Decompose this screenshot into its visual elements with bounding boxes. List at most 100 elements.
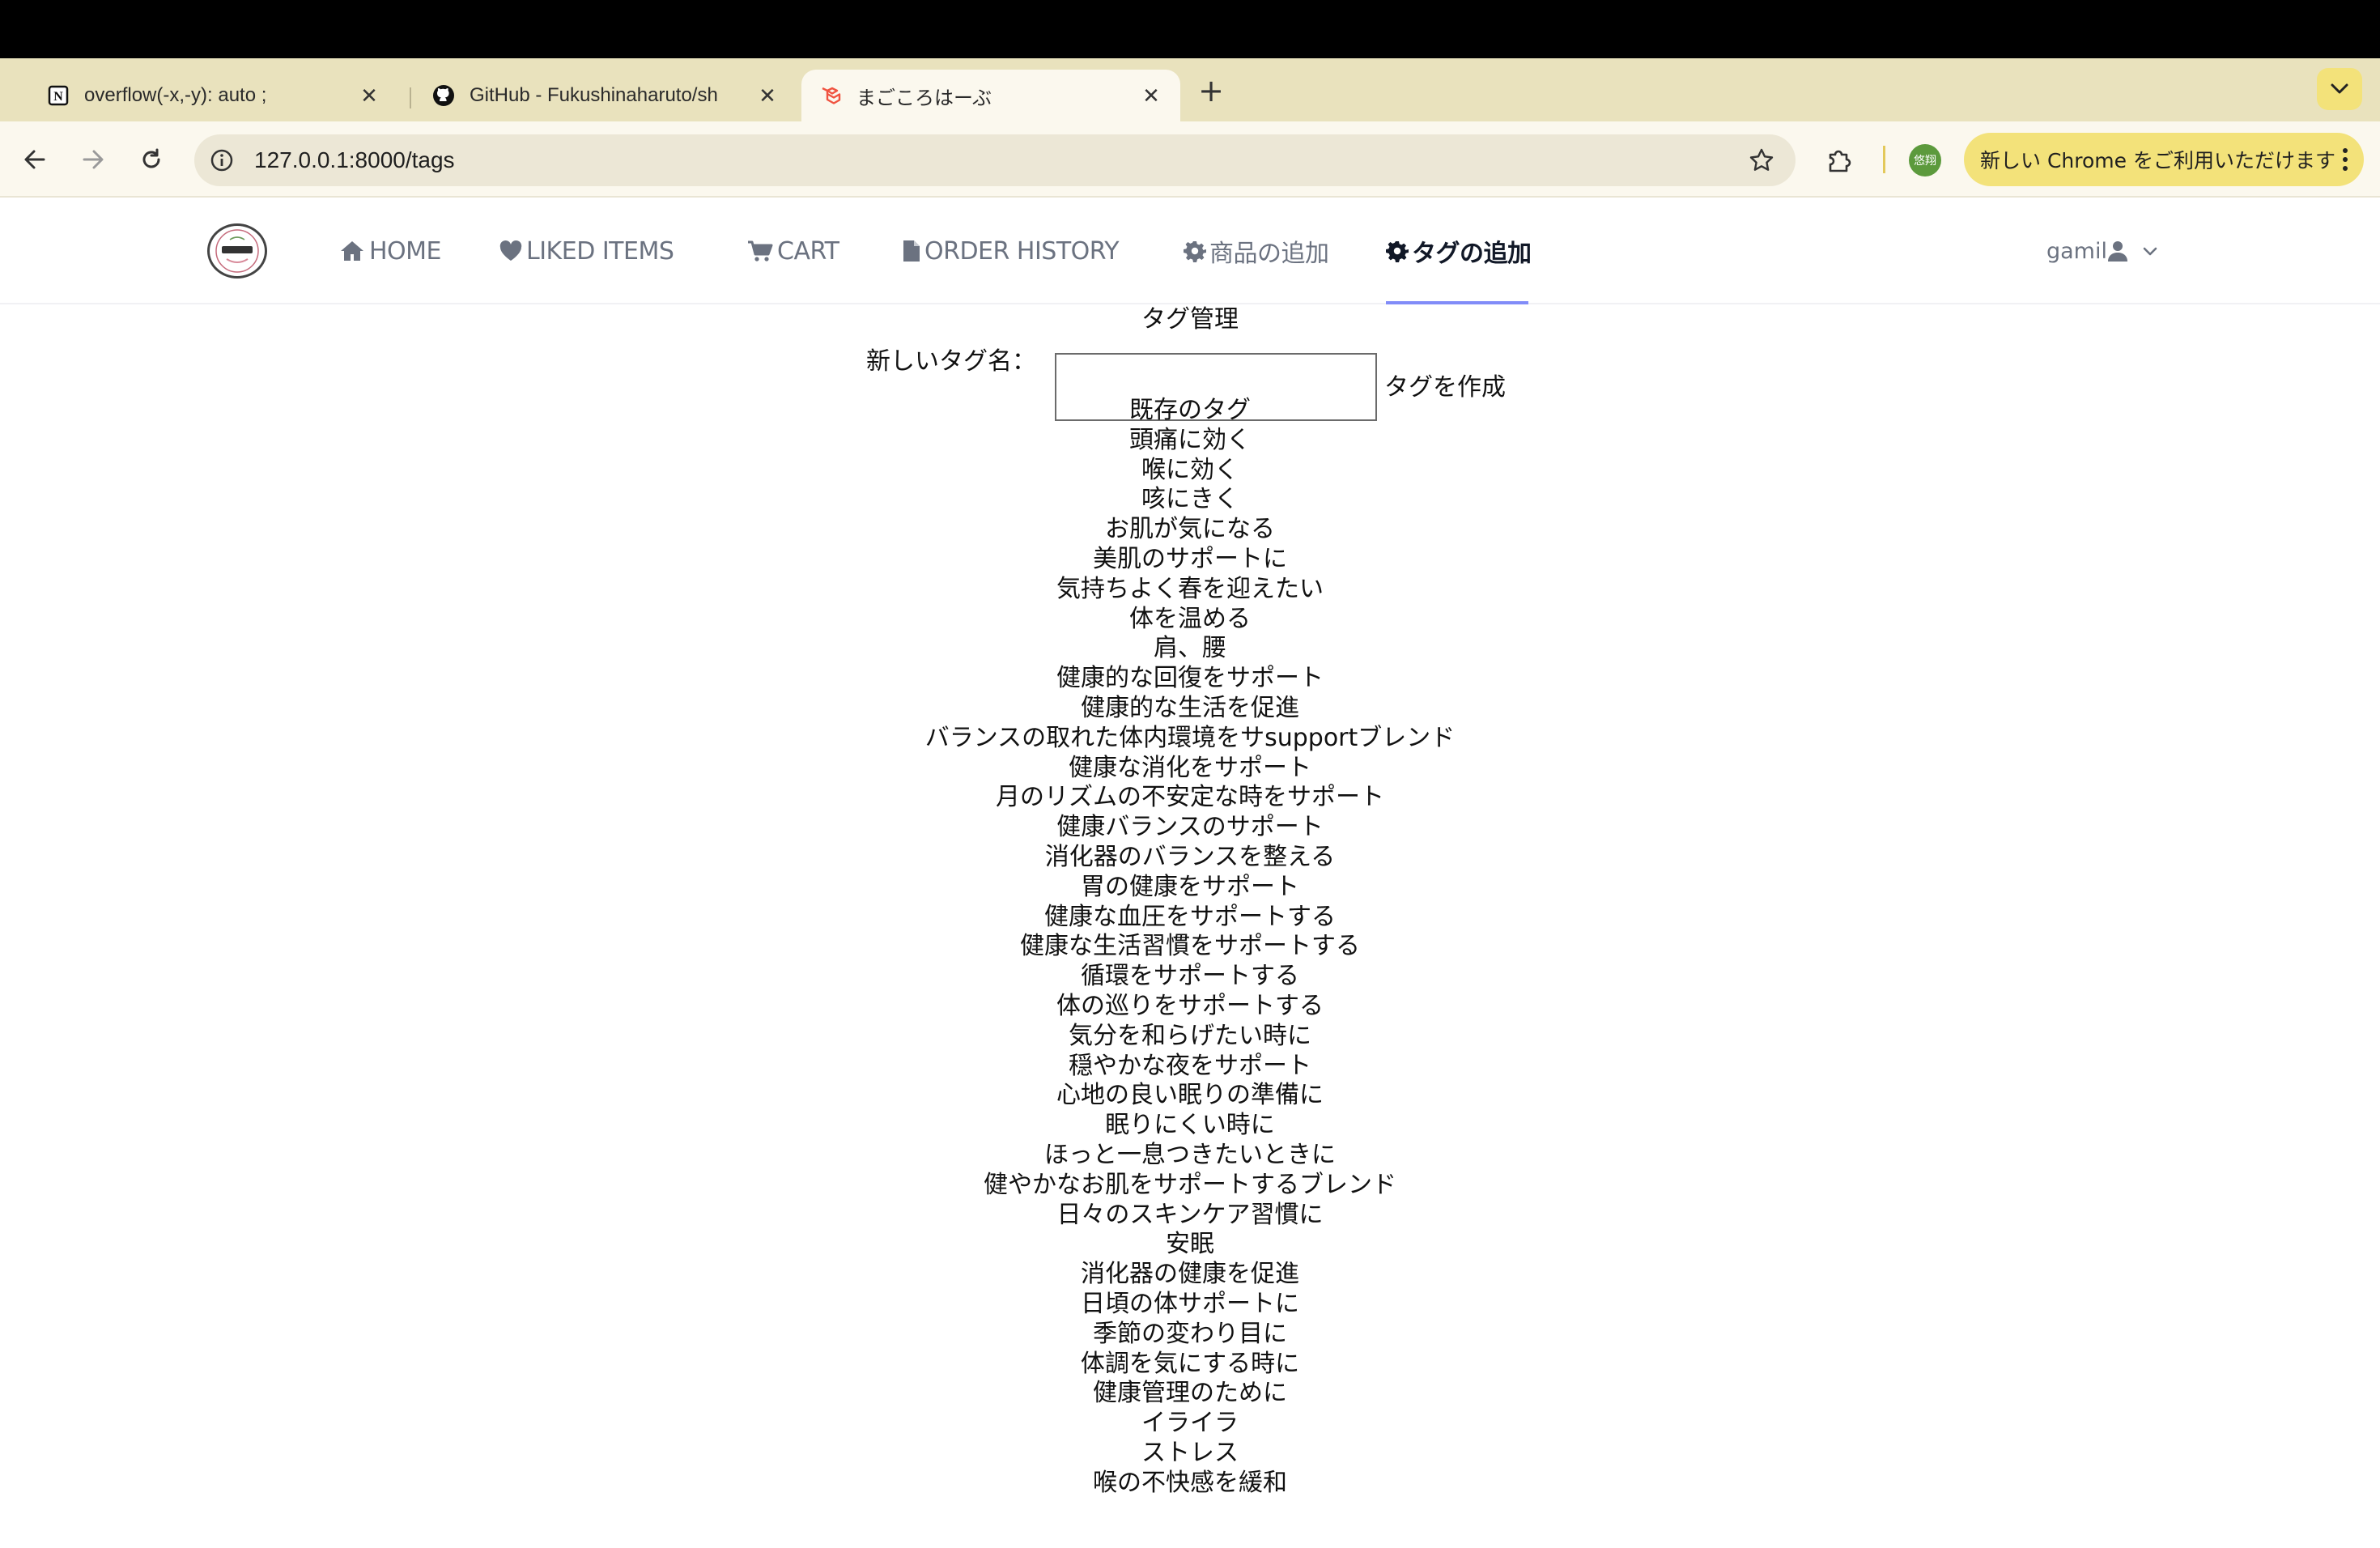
tag-list-item: 頭痛に効く [1129, 425, 1251, 454]
notion-icon: N [47, 84, 70, 107]
user-dropdown[interactable]: gamil [2046, 233, 2161, 269]
browser-toolbar: 127.0.0.1:8000/tags 悠翔 新しい Chrome をご利用いた… [0, 121, 2380, 198]
tag-list-item: 健康管理のために [1093, 1379, 1287, 1408]
nav-order-history[interactable]: ORDER HISTORY [902, 233, 1120, 269]
nav-cart-label: CART [777, 236, 839, 266]
close-icon[interactable]: ✕ [1140, 83, 1162, 108]
existing-tags-title: 既存のタグ [1129, 396, 1251, 424]
tag-list-item: 咳にきく [1141, 485, 1239, 514]
tag-list-item: 喉に効く [1141, 455, 1239, 484]
tag-list-item: 安眠 [1166, 1230, 1214, 1259]
toolbar-divider [1883, 146, 1885, 173]
home-icon [341, 241, 363, 261]
os-menu-bar [0, 0, 2380, 58]
existing-tags-section: 既存のタグ 頭痛に効く 喉に効く 咳にきく お肌が気になる 美肌のサポートに 気持ちよく春… [0, 396, 2380, 1498]
puzzle-icon [1829, 150, 1851, 172]
browser-tab-active[interactable]: まごころはーぶ ✕ [801, 70, 1180, 121]
tag-list-item: 眠りにくい時に [1105, 1111, 1275, 1140]
tag-list-item: 季節の変わり目に [1093, 1319, 1287, 1348]
address-bar[interactable]: 127.0.0.1:8000/tags [194, 134, 1796, 186]
tag-list-item: 気分を和らげたい時に [1069, 1021, 1311, 1050]
tag-list-item: 健康な血圧をサポートする [1044, 902, 1336, 931]
tag-list-item: 胃の健康をサポート [1081, 872, 1299, 901]
nav-add-tag-label: タグの追加 [1412, 240, 1532, 268]
tag-list-item: 体の巡りをサポートする [1056, 991, 1324, 1020]
tag-list-item: 日々のスキンケア習慣に [1056, 1200, 1324, 1229]
tag-list-item: 日頃の体サポートに [1081, 1289, 1299, 1318]
tag-list-item: 体を温める [1129, 604, 1251, 633]
nav-home-label: HOME [369, 236, 442, 266]
tag-list-item: 心地の良い眠りの準備に [1056, 1081, 1324, 1110]
close-icon[interactable]: ✕ [756, 83, 779, 108]
bookmark-star-icon[interactable] [1745, 144, 1778, 176]
browser-tab-notion[interactable]: N overflow(-x,-y): auto ; ✕ [29, 70, 398, 121]
nav-liked-items[interactable]: LIKED ITEMS [499, 233, 674, 269]
url-text: 127.0.0.1:8000/tags [254, 147, 455, 172]
profile-avatar[interactable]: 悠翔 [1909, 144, 1941, 176]
tag-list-item: 月のリズムの不安定な時をサポート [996, 783, 1384, 812]
tab-title: GitHub - Fukushinaharuto/sh [470, 84, 718, 106]
site-navigation: HOME LIKED ITEMS CART ORDER HISTORY 商品の追… [0, 198, 2380, 304]
nav-cart[interactable]: CART [746, 233, 839, 269]
site-logo[interactable] [207, 223, 267, 279]
tab-title: overflow(-x,-y): auto ; [84, 84, 267, 106]
tab-search-button[interactable] [2317, 68, 2362, 110]
gear-icon [1386, 241, 1409, 262]
new-tag-label: 新しいタグ名： [866, 347, 1036, 376]
gear-icon [1184, 241, 1206, 262]
chrome-update-button[interactable]: 新しい Chrome をご利用いただけます [1964, 133, 2364, 186]
nav-add-tag[interactable]: タグの追加 [1386, 233, 1532, 269]
tab-separator [410, 87, 411, 108]
forward-button[interactable] [73, 139, 113, 180]
github-icon [432, 84, 455, 107]
close-icon[interactable]: ✕ [358, 83, 380, 108]
arrow-right-icon [83, 150, 104, 169]
tag-list-item: 健康バランスのサポート [1056, 813, 1324, 842]
tag-list-item: 消化器の健康を促進 [1081, 1260, 1299, 1289]
arrow-left-icon [24, 150, 45, 169]
tag-list-item: 健康な消化をサポート [1069, 753, 1311, 782]
tag-list-item: 消化器のバランスを整える [1044, 842, 1336, 871]
nav-home[interactable]: HOME [338, 233, 442, 269]
more-vert-icon [2343, 148, 2348, 171]
tag-list-item: ほっと一息つきたいときに [1044, 1140, 1336, 1169]
chevron-down-icon [2331, 83, 2348, 94]
tag-list-item: 美肌のサポートに [1093, 544, 1287, 573]
tag-list-item: バランスの取れた体内環境をサsupportブレンド [924, 723, 1456, 752]
user-icon [2108, 241, 2127, 262]
browser-tabstrip: N overflow(-x,-y): auto ; ✕ GitHub - Fuk… [0, 58, 2380, 121]
update-message: 新しい Chrome をご利用いただけます [1980, 149, 2335, 172]
tab-title: まごころはーぶ [856, 87, 992, 109]
tag-list-item: お肌が気になる [1105, 515, 1275, 544]
back-button[interactable] [15, 139, 55, 180]
laravel-icon [819, 84, 842, 107]
logo-icon [215, 229, 259, 273]
tag-list-item: 健康的な回復をサポート [1056, 664, 1324, 693]
reload-button[interactable] [131, 139, 172, 180]
user-name: gamil [2046, 238, 2107, 264]
browser-tab-github[interactable]: GitHub - Fukushinaharuto/sh ✕ [414, 70, 797, 121]
tag-list-item: ストレス [1141, 1438, 1239, 1467]
site-info-icon[interactable] [206, 144, 238, 176]
tag-list-item: 健やかなお肌をサポートするブレンド [984, 1170, 1396, 1199]
heart-icon [499, 240, 522, 261]
tag-list-item: 体調を気にする時に [1080, 1349, 1300, 1378]
tag-list: 頭痛に効く 喉に効く 咳にきく お肌が気になる 美肌のサポートに 気持ちよく春を迎えたい体… [0, 426, 2380, 1499]
nav-add-product-label: 商品の追加 [1209, 240, 1329, 268]
chevron-down-icon [2143, 247, 2157, 256]
nav-add-product[interactable]: 商品の追加 [1184, 233, 1329, 269]
tag-list-item: 循環をサポートする [1081, 962, 1299, 991]
tag-list-item: 健康的な生活を促進 [1081, 693, 1299, 722]
extensions-button[interactable] [1820, 139, 1860, 180]
file-icon [903, 240, 920, 262]
new-tab-button[interactable]: + [1195, 74, 1227, 107]
nav-liked-label: LIKED ITEMS [526, 236, 674, 266]
cart-icon [748, 240, 773, 262]
tag-list-item: イライラ [1141, 1409, 1239, 1438]
nav-order-label: ORDER HISTORY [924, 236, 1120, 266]
tag-list-item: 健康な生活習慣をサポートする [1020, 932, 1360, 961]
tag-list-item: 喉の不快感を緩和 [1093, 1468, 1287, 1497]
tag-list-item: 肩、腰 [1154, 634, 1226, 663]
new-tag-form: 新しいタグ名： タグを作成 [0, 329, 2380, 421]
tag-list-item: 気持ちよく春を迎えたい [1056, 574, 1324, 603]
